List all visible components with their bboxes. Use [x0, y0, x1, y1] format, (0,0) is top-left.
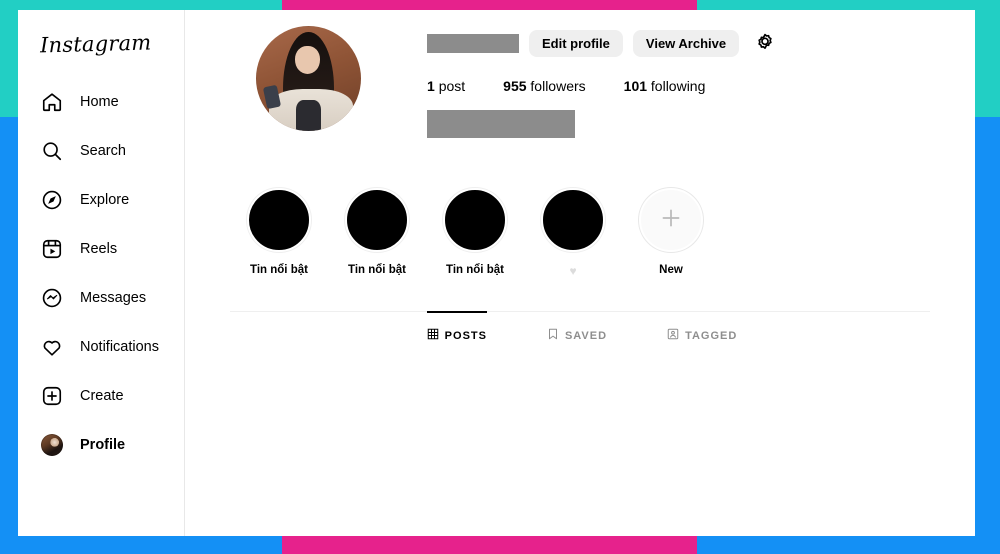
- sidebar-item-label: Search: [80, 142, 126, 159]
- tab-posts[interactable]: POSTS: [426, 311, 488, 343]
- grid-icon: [427, 328, 439, 343]
- home-icon: [40, 90, 64, 114]
- view-archive-button[interactable]: View Archive: [632, 29, 740, 57]
- highlight-cover: [345, 188, 409, 252]
- profile-actions-row: Edit profile View Archive: [427, 28, 930, 58]
- sidebar-item-create[interactable]: Create: [18, 376, 184, 416]
- settings-button[interactable]: [749, 32, 775, 55]
- stat-posts-count: 1: [427, 78, 435, 94]
- tab-label: POSTS: [444, 329, 487, 342]
- profile-main: Edit profile View Archive 1 post 955 fol…: [185, 10, 975, 536]
- tagged-icon: [667, 328, 679, 343]
- instagram-app-window: Instagram Home Search Explore Reels Mess…: [18, 10, 975, 536]
- edit-profile-button[interactable]: Edit profile: [529, 29, 623, 57]
- highlight-label: ♥: [569, 264, 577, 278]
- sidebar-item-profile[interactable]: Profile: [18, 425, 184, 465]
- stat-followers-count: 955: [503, 78, 527, 94]
- sidebar-item-explore[interactable]: Explore: [18, 180, 184, 220]
- compass-icon: [40, 188, 64, 212]
- stat-following-count: 101: [623, 78, 648, 94]
- tab-label: TAGGED: [685, 329, 738, 342]
- story-highlights: Tin nổi bật Tin nổi bật Tin nổi bật ♥ Ne…: [230, 188, 930, 278]
- frame-band-left-blue: [0, 117, 18, 554]
- tab-label: SAVED: [564, 329, 608, 342]
- new-highlight-button[interactable]: New: [638, 188, 704, 278]
- stat-posts-label: post: [438, 78, 466, 94]
- highlight-cover: [247, 188, 311, 252]
- gear-icon: [755, 32, 775, 55]
- heart-icon: [40, 335, 64, 359]
- frame-band-top-pink: [282, 0, 697, 10]
- sidebar-item-reels[interactable]: Reels: [18, 229, 184, 269]
- username-redacted: [427, 33, 519, 53]
- stat-following-label: following: [650, 78, 706, 94]
- instagram-logo[interactable]: Instagram: [18, 22, 185, 58]
- frame-band-right-teal: [975, 0, 1000, 117]
- bookmark-icon: [547, 328, 559, 343]
- sidebar-item-label: Explore: [80, 191, 130, 208]
- highlight-item[interactable]: Tin nổi bật: [344, 188, 410, 278]
- frame-band-right-blue: [975, 117, 1000, 554]
- highlight-label: Tin nổi bật: [348, 264, 406, 276]
- highlight-item[interactable]: Tin nổi bật: [246, 188, 312, 278]
- sidebar-item-home[interactable]: Home: [18, 82, 184, 122]
- stat-followers[interactable]: 955 followers: [503, 78, 586, 94]
- sidebar-item-messages[interactable]: Messages: [18, 278, 184, 318]
- frame-band-bottom-pink: [282, 536, 697, 554]
- search-icon: [40, 139, 64, 163]
- sidebar-item-label: Create: [80, 387, 124, 404]
- bio-redacted: [427, 110, 575, 138]
- profile-header: Edit profile View Archive 1 post 955 fol…: [230, 16, 930, 138]
- highlight-item[interactable]: Tin nổi bật: [442, 188, 508, 278]
- avatar-icon: [40, 433, 64, 457]
- sidebar-item-label: Home: [80, 93, 119, 110]
- tab-tagged[interactable]: TAGGED: [667, 312, 737, 343]
- sidebar-item-label: Messages: [80, 289, 147, 306]
- frame-band-left-teal: [0, 0, 18, 117]
- plus-square-icon: [40, 384, 64, 408]
- profile-tabs: POSTS SAVED TAGGED: [234, 311, 930, 343]
- highlight-label: Tin nổi bật: [250, 264, 308, 276]
- plus-icon: [658, 205, 684, 236]
- profile-tabs-section: POSTS SAVED TAGGED: [230, 311, 930, 343]
- sidebar-item-notifications[interactable]: Notifications: [18, 327, 184, 367]
- sidebar-item-label: Notifications: [80, 338, 159, 355]
- highlight-label: New: [659, 264, 683, 276]
- highlight-cover: [443, 188, 507, 252]
- stat-followers-label: followers: [530, 78, 586, 94]
- sidebar-nav: Home Search Explore Reels Messages Notif…: [18, 82, 184, 465]
- sidebar-item-search[interactable]: Search: [18, 131, 184, 171]
- profile-avatar[interactable]: [256, 26, 361, 131]
- tab-saved[interactable]: SAVED: [547, 312, 607, 343]
- profile-header-right: Edit profile View Archive 1 post 955 fol…: [427, 16, 930, 138]
- messenger-icon: [40, 286, 64, 310]
- sidebar-item-label: Reels: [80, 240, 118, 257]
- sidebar: Instagram Home Search Explore Reels Mess…: [18, 10, 185, 536]
- highlight-cover: [541, 188, 605, 252]
- stat-following[interactable]: 101 following: [624, 78, 706, 94]
- highlight-cover-new: [639, 188, 703, 252]
- highlight-label: Tin nổi bật: [446, 264, 504, 276]
- reels-icon: [40, 237, 64, 261]
- sidebar-item-label: Profile: [80, 436, 126, 453]
- profile-container: Edit profile View Archive 1 post 955 fol…: [230, 10, 930, 343]
- highlight-item[interactable]: ♥: [540, 188, 606, 278]
- profile-stats: 1 post 955 followers 101 following: [427, 78, 930, 94]
- stat-posts[interactable]: 1 post: [427, 78, 465, 94]
